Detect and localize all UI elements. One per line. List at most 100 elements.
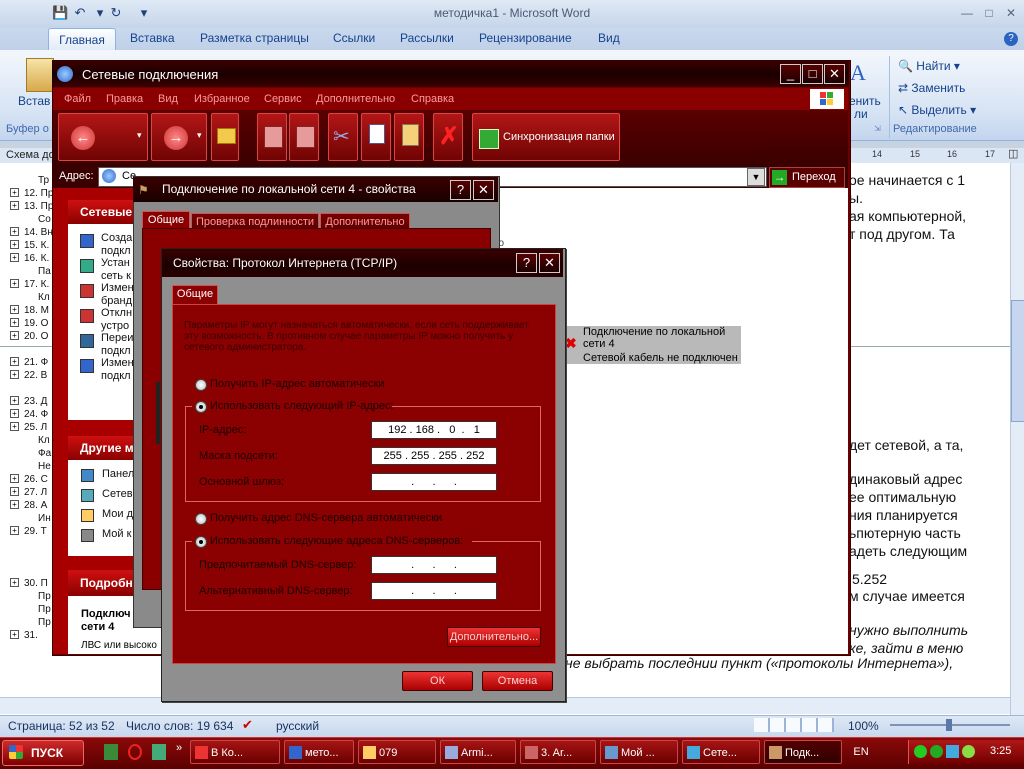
redo-icon[interactable]: ↻ [108,5,124,21]
outline-expand-icon[interactable]: + [10,487,19,496]
outline-item[interactable]: 24. Ф [24,408,48,421]
start-button[interactable]: ПУСК [2,740,84,766]
lan-help-button[interactable]: ? [450,180,471,200]
outline-item[interactable]: 31. [24,629,38,642]
outline-item[interactable]: 16. К. [24,252,49,265]
outline-item[interactable]: 26. С [24,473,48,486]
find-button[interactable]: 🔍 Найти ▾ [898,59,960,73]
outline-expand-icon[interactable]: + [10,331,19,340]
zoom-level[interactable]: 100% [848,719,879,733]
outline-item[interactable]: 17. К. [24,278,49,291]
copy-button[interactable] [361,113,391,161]
tray-network-icon[interactable] [946,745,959,758]
paste-button[interactable] [394,113,424,161]
outline-expand-icon[interactable]: + [10,396,19,405]
tcpip-tab-general[interactable]: Общие [172,285,218,305]
quicklaunch-more-icon[interactable]: » [176,742,182,754]
net-minimize-button[interactable]: _ [780,64,801,84]
outline-expand-icon[interactable]: + [10,240,19,249]
outline-expand-icon[interactable]: + [10,500,19,509]
cut-button[interactable]: ✂ [328,113,358,161]
outline-item[interactable]: Ин [38,512,51,525]
styles-dialog-launcher-icon[interactable]: ⇲ [874,124,881,133]
net-close-button[interactable]: ✕ [824,64,845,84]
outline-expand-icon[interactable]: + [10,357,19,366]
up-folder-button[interactable] [211,113,239,161]
outline-item[interactable]: Кл [38,434,50,447]
ribbon-tab-references[interactable]: Ссылки [333,31,375,49]
place-link[interactable]: Мои д [102,508,133,520]
help-icon[interactable]: ? [1004,32,1018,46]
tcpip-help-button[interactable]: ? [516,253,537,273]
ribbon-tab-page-layout[interactable]: Разметка страницы [200,31,309,49]
outline-item[interactable]: Не [38,460,51,473]
change-styles-label[interactable]: енить [849,94,881,108]
static-dns-radio[interactable] [195,536,207,548]
outline-item[interactable]: 12. Пр [24,187,53,200]
outline-item[interactable]: Со [38,213,51,226]
menu-favorites[interactable]: Избранное [194,93,250,105]
outline-expand-icon[interactable]: + [10,370,19,379]
outline-item[interactable]: 28. А [24,499,47,512]
default-gateway-input[interactable]: . . . [371,473,497,491]
paste-icon[interactable] [26,58,54,92]
tray-icon-green[interactable] [914,745,927,758]
view-ruler-icon[interactable]: ◫ [1008,147,1018,160]
tray-icon-green-2[interactable] [930,745,943,758]
outline-expand-icon[interactable]: + [10,409,19,418]
vertical-scrollbar[interactable] [1010,163,1024,715]
taskbar-button[interactable]: 079 [358,740,436,764]
auto-ip-label[interactable]: Получить IP-адрес автоматически [210,378,384,390]
tray-icon-other[interactable] [962,745,975,758]
undo-icon[interactable]: ↶ [72,5,88,21]
outline-item[interactable]: 21. Ф [24,356,48,369]
cancel-button[interactable]: Отмена [482,671,553,691]
taskbar-button[interactable]: 3. Ar... [520,740,596,764]
spellcheck-icon[interactable]: ✔ [242,717,253,733]
outline-expand-icon[interactable]: + [10,474,19,483]
taskbar-button[interactable]: Мой ... [600,740,678,764]
menu-edit[interactable]: Правка [106,93,143,105]
outline-item[interactable]: 14. Вн [24,226,53,239]
static-dns-label[interactable]: Использовать следующие адреса DNS-сервер… [210,535,463,547]
advanced-button[interactable]: Дополнительно... [447,627,541,647]
word-minimize-button[interactable]: — [958,6,976,20]
tcpip-close-button[interactable]: ✕ [539,253,560,273]
customize-qat-icon[interactable]: ▾ [136,5,152,21]
outline-expand-icon[interactable]: + [10,188,19,197]
page-indicator[interactable]: Страница: 52 из 52 [8,719,115,733]
outline-item[interactable]: 29. Т [24,525,47,538]
save-icon[interactable]: 💾 [52,5,68,21]
sync-folder-button[interactable]: Синхронизация папки [472,113,620,161]
select-button[interactable]: ↖ Выделить ▾ [898,103,976,117]
outline-expand-icon[interactable]: + [10,526,19,535]
paste-label[interactable]: Встав [18,94,50,108]
outline-item[interactable]: 27. Л [24,486,47,499]
view-buttons[interactable] [754,718,834,732]
ok-button[interactable]: ОК [402,671,473,691]
preferred-dns-input[interactable]: . . . [371,556,497,574]
outline-expand-icon[interactable]: + [10,201,19,210]
quicklaunch-app-icon-2[interactable] [152,744,166,760]
taskbar-button[interactable]: Подк... [764,740,842,764]
taskbar-button[interactable]: мето... [284,740,354,764]
ribbon-tab-insert[interactable]: Вставка [130,31,175,49]
ribbon-tab-mailings[interactable]: Рассылки [400,31,454,49]
replace-button[interactable]: ⇄ Заменить [898,81,965,95]
go-button[interactable]: → Переход [769,167,845,188]
outline-item[interactable]: 30. П [24,577,48,590]
back-button[interactable]: ← ▾ [58,113,148,161]
outline-item[interactable]: 19. О [24,317,48,330]
outline-item[interactable]: 25. Л [24,421,47,434]
ribbon-tab-view[interactable]: Вид [598,31,620,49]
auto-dns-radio[interactable] [195,513,207,525]
vertical-scroll-thumb[interactable] [1011,300,1024,422]
styles-a-icon[interactable]: A [850,60,866,86]
word-maximize-button[interactable]: □ [980,6,998,20]
taskbar-button[interactable]: Armi... [440,740,516,764]
menu-file[interactable]: Файл [64,93,91,105]
outline-expand-icon[interactable]: + [10,279,19,288]
taskbar-button[interactable]: Сете... [682,740,760,764]
outline-expand-icon[interactable]: + [10,253,19,262]
static-ip-label[interactable]: Использовать следующий IP-адрес: [210,400,394,412]
